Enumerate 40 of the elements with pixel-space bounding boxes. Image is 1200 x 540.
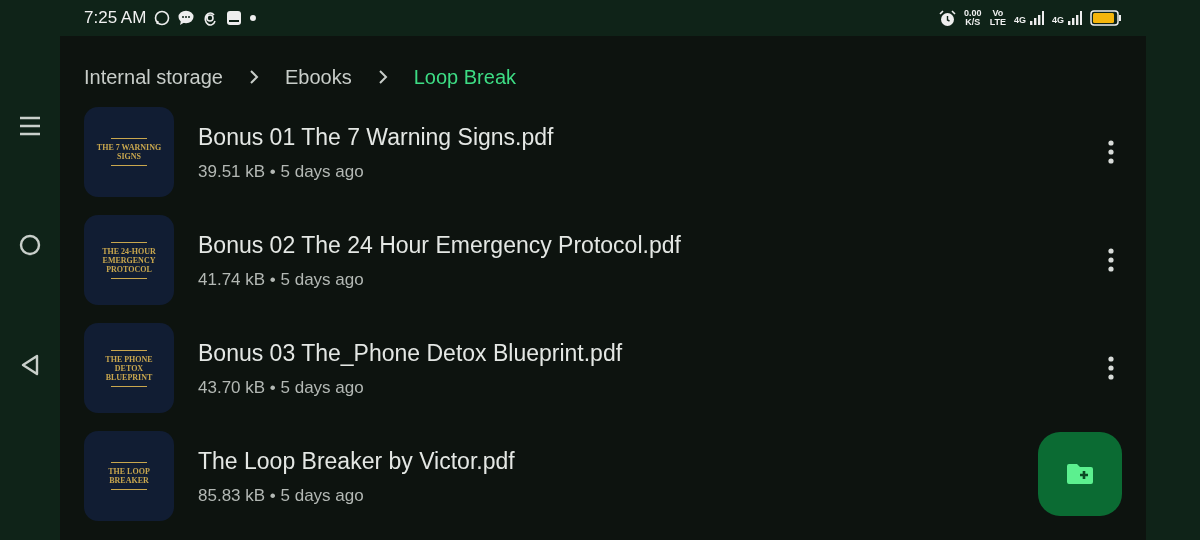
menu-icon[interactable]	[19, 116, 41, 136]
file-details: 85.83 kB • 5 days ago	[198, 484, 365, 507]
network-speed-unit: K/S	[964, 18, 982, 27]
volte-unit: LTE	[989, 18, 1006, 27]
breadcrumb-item[interactable]: Internal storage	[84, 62, 223, 92]
alarm-clock-icon	[939, 9, 957, 27]
back-icon[interactable]	[21, 354, 39, 376]
file-name[interactable]: Bonus 02 The 24 Hour Emergency Protocol.pdf	[198, 228, 681, 263]
chat-bubble-icon	[154, 10, 171, 26]
file-name[interactable]: Bonus 03 The_Phone Detox Blueprint.pdf	[198, 336, 623, 371]
home-icon[interactable]	[19, 234, 41, 256]
breadcrumb-item[interactable]: Loop Break	[413, 62, 516, 92]
chevron-right-icon	[247, 70, 261, 84]
dot-icon	[250, 15, 257, 21]
at-sign-icon	[202, 10, 219, 26]
signal-icon	[1030, 11, 1044, 25]
cover-title: THE 7 WARNING SIGNS	[95, 143, 163, 161]
volte-value: Vo	[991, 9, 1005, 18]
file-name[interactable]: The Loop Breaker by Victor.pdf	[198, 444, 515, 479]
folder-add-icon	[1065, 462, 1095, 486]
breadcrumb-item[interactable]: Ebooks	[285, 62, 352, 92]
more-vertical-icon	[1108, 140, 1114, 165]
battery-icon	[1090, 10, 1122, 26]
file-details: 39.51 kB • 5 days ago	[198, 160, 365, 183]
network-speed-value: 0.00	[964, 9, 982, 18]
network-type: 4G	[1052, 16, 1064, 25]
cover-title: THE PHONE DETOX BLUEPRINT	[104, 354, 154, 382]
square-icon	[226, 10, 243, 26]
clock-time: 7:25 AM	[84, 7, 147, 30]
file-details: 41.74 kB • 5 days ago	[198, 268, 365, 291]
new-folder-button[interactable]	[1038, 432, 1122, 516]
more-vertical-icon	[1108, 356, 1114, 381]
file-name[interactable]: Bonus 01 The 7 Warning Signs.pdf	[198, 120, 554, 155]
cover-title: THE LOOP BREAKER	[107, 467, 151, 485]
network-type: 4G	[1013, 16, 1026, 25]
signal-icon	[1068, 11, 1082, 25]
file-details: 43.70 kB • 5 days ago	[198, 376, 365, 399]
cover-title: THE 24-HOUR EMERGENCY PROTOCOL	[101, 246, 157, 274]
message-icon	[178, 10, 195, 26]
more-vertical-icon	[1108, 248, 1114, 273]
